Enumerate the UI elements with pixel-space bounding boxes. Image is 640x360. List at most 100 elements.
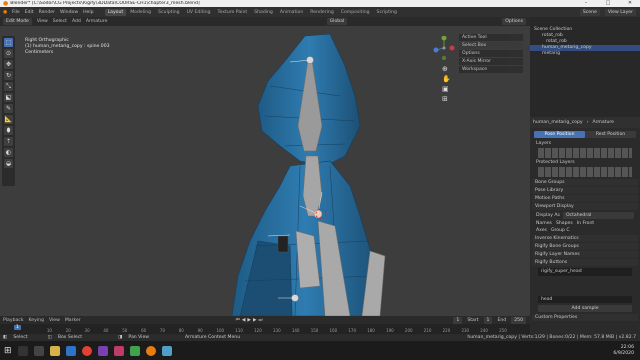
explorer-icon[interactable]: [49, 345, 60, 356]
bone-name-field[interactable]: head: [538, 296, 632, 303]
rotate-icon[interactable]: ↻: [4, 71, 13, 80]
panel-motion-paths[interactable]: Motion Paths: [532, 195, 638, 202]
prev-key-icon[interactable]: ◀: [242, 318, 246, 323]
tab-shading[interactable]: Shading: [251, 9, 276, 16]
app-icon[interactable]: [129, 345, 140, 356]
jump-end-icon[interactable]: ⏭: [259, 317, 263, 323]
tab-compositing[interactable]: Compositing: [338, 9, 373, 16]
in-front-checkbox[interactable]: In Front: [577, 221, 594, 226]
panel-custom-properties[interactable]: Custom Properties: [532, 314, 638, 321]
menu-edit[interactable]: Edit: [25, 10, 34, 15]
browser-icon[interactable]: [65, 345, 76, 356]
view-layer-selector[interactable]: View Layer: [604, 8, 636, 16]
menu-help[interactable]: Help: [83, 10, 93, 15]
camera-view-icon[interactable]: ▣: [442, 84, 451, 94]
menu-window[interactable]: Window: [60, 10, 78, 15]
roll-icon[interactable]: ◐: [4, 148, 13, 157]
select-box-button[interactable]: Select Box: [459, 42, 523, 49]
move-icon[interactable]: ✥: [4, 60, 13, 69]
menu-keying[interactable]: Keying: [29, 318, 44, 323]
panel-inverse-kinematics[interactable]: Inverse Kinematics: [532, 235, 638, 242]
tab-sculpting[interactable]: Sculpting: [155, 9, 182, 16]
app-icon[interactable]: [113, 345, 124, 356]
menu-add[interactable]: Add: [72, 19, 81, 24]
menu-armature[interactable]: Armature: [86, 19, 108, 24]
search-icon[interactable]: [17, 345, 28, 356]
minimize-icon[interactable]: –: [576, 0, 596, 7]
pan-hand-icon[interactable]: ✋: [442, 74, 451, 84]
extrude-icon[interactable]: ⇡: [4, 137, 13, 146]
close-icon[interactable]: ✕: [620, 0, 640, 7]
maximize-icon[interactable]: □: [598, 0, 618, 7]
shapes-checkbox[interactable]: Shapes: [556, 221, 573, 226]
panel-viewport-display[interactable]: Viewport Display: [532, 203, 638, 210]
blender-menu-icon[interactable]: ●: [3, 10, 7, 15]
panel-rigify-buttons[interactable]: Rigify Buttons: [532, 259, 638, 266]
options-header[interactable]: Options: [459, 50, 523, 57]
menu-view[interactable]: View: [37, 19, 48, 24]
menu-select[interactable]: Select: [53, 19, 67, 24]
bone-size-icon[interactable]: ⬮: [4, 126, 13, 135]
transform-orientation-selector[interactable]: Global: [326, 18, 348, 25]
tab-animation[interactable]: Animation: [277, 9, 306, 16]
group-colors-checkbox[interactable]: Group C: [551, 228, 570, 233]
blender-taskbar-icon[interactable]: [145, 345, 156, 356]
active-tool-header[interactable]: Active Tool: [459, 34, 523, 41]
mode-selector[interactable]: Edit Mode: [3, 18, 32, 25]
x-axis-mirror-checkbox[interactable]: X-Axis Mirror: [459, 58, 523, 65]
windows-start-icon[interactable]: ⊞: [4, 346, 12, 356]
scene-selector[interactable]: Scene: [579, 8, 600, 16]
layers-grid[interactable]: [538, 148, 632, 158]
bone-envelope-icon[interactable]: ◒: [4, 159, 13, 168]
transform-icon[interactable]: ⬕: [4, 93, 13, 102]
zoom-icon[interactable]: ⊕: [442, 64, 451, 74]
menu-timeline-view[interactable]: View: [49, 318, 60, 323]
outliner-item[interactable]: metarig: [530, 51, 640, 57]
menu-marker[interactable]: Marker: [65, 318, 81, 323]
jump-start-icon[interactable]: ⏮: [236, 317, 240, 323]
chrome-icon[interactable]: [81, 345, 92, 356]
rest-position-button[interactable]: Rest Position: [585, 131, 636, 138]
app-icon[interactable]: [97, 345, 108, 356]
tab-texture-paint[interactable]: Texture Paint: [215, 9, 251, 16]
tab-scripting[interactable]: Scripting: [374, 9, 400, 16]
panel-rigify-layer-names[interactable]: Rigify Layer Names: [532, 251, 638, 258]
playhead[interactable]: 1: [14, 325, 21, 330]
names-checkbox[interactable]: Names: [536, 221, 552, 226]
current-frame-field[interactable]: 1: [453, 316, 463, 324]
system-clock[interactable]: 22:06 6/9/2020: [613, 345, 634, 357]
workspace-header[interactable]: Workspace: [459, 66, 523, 73]
taskview-icon[interactable]: [33, 345, 44, 356]
rig-type-field[interactable]: rigify_super_head: [538, 268, 632, 276]
timeline-ruler[interactable]: 1 10 20 30 40 50 60 70 80 90 100 110 120 130 140 150 16…: [0, 324, 530, 334]
menu-playback[interactable]: Playback: [3, 318, 24, 323]
3d-viewport[interactable]: Right Orthographic (1) human_metarig_cop…: [0, 26, 530, 316]
panel-rigify-bone-groups[interactable]: Rigify Bone Groups: [532, 243, 638, 250]
play-icon[interactable]: ▶: [247, 318, 251, 323]
end-frame-field[interactable]: 250: [511, 316, 526, 324]
add-sample-button[interactable]: Add sample: [538, 305, 632, 312]
panel-bone-groups[interactable]: Bone Groups: [532, 179, 638, 186]
tab-rendering[interactable]: Rendering: [307, 9, 336, 16]
menu-render[interactable]: Render: [39, 10, 55, 15]
tab-modeling[interactable]: Modeling: [127, 9, 154, 16]
options-dropdown[interactable]: Options: [502, 18, 526, 25]
select-box-icon[interactable]: ⬚: [4, 38, 13, 47]
panel-pose-library[interactable]: Pose Library: [532, 187, 638, 194]
app-icon[interactable]: [161, 345, 172, 356]
start-frame-field[interactable]: 1: [483, 316, 493, 324]
next-key-icon[interactable]: ▶: [253, 318, 257, 323]
tab-layout[interactable]: Layout: [104, 8, 127, 16]
axes-checkbox[interactable]: Axes: [536, 228, 547, 233]
protected-layers-grid[interactable]: [538, 167, 632, 177]
display-as-dropdown[interactable]: Octahedral: [562, 212, 634, 219]
annotate-icon[interactable]: ✎: [4, 104, 13, 113]
grid-icon[interactable]: ⊞: [442, 94, 451, 104]
measure-icon[interactable]: 📐: [4, 115, 13, 124]
navigation-gizmo[interactable]: [432, 35, 456, 61]
tab-uv-editing[interactable]: UV Editing: [184, 9, 214, 16]
cursor-icon[interactable]: ⊙: [4, 49, 13, 58]
pose-position-button[interactable]: Pose Position: [534, 131, 585, 138]
menu-file[interactable]: File: [12, 10, 20, 15]
scale-icon[interactable]: ⤡: [4, 82, 13, 91]
